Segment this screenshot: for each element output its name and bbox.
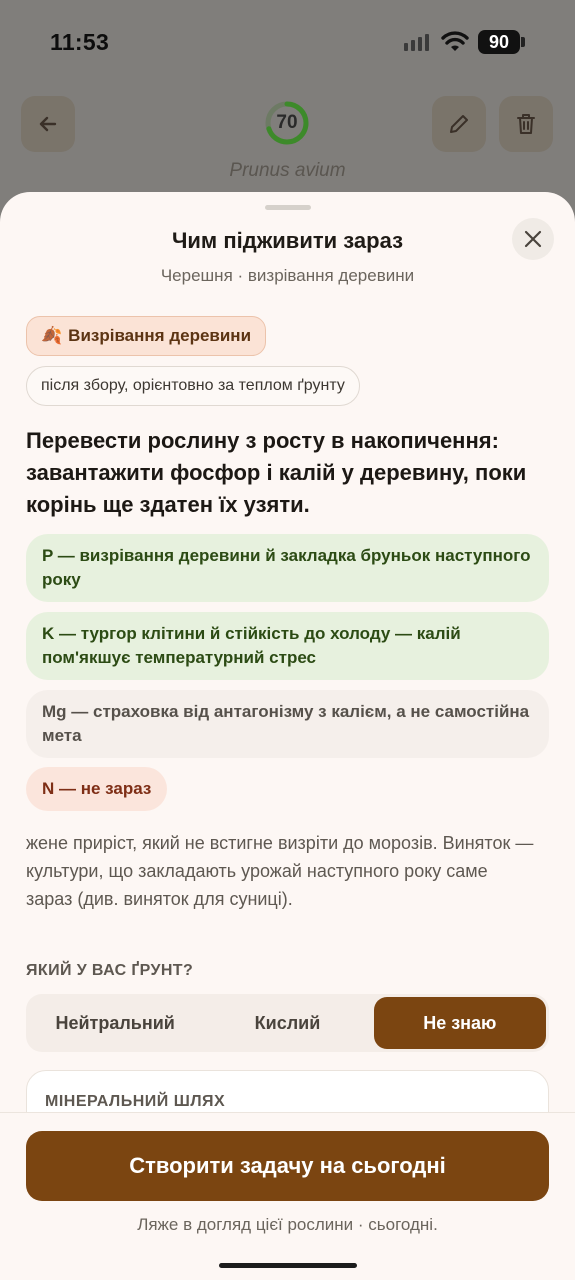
arrow-left-icon [39,116,57,132]
soil-type-selector: Нейтральний Кислий Не знаю [26,994,549,1052]
latin-name: Prunus avium [229,160,346,181]
sheet-title: Чим підживити зараз [171,228,404,253]
create-task-hint: Ляже в догляд цієї рослини · сьогодні. [137,1215,438,1234]
back-button[interactable] [21,96,75,152]
nutrient-item-n: N — не зараз [26,767,168,811]
stage-chip: 🍂 Визрівання деревини [26,316,267,356]
sheet-footer: Створити задачу на сьогодні Ляже в догля… [0,1112,575,1280]
soil-option-unknown[interactable]: Не знаю [373,997,546,1049]
lead-statement: Перевести рослину з росту в накопичення:… [26,428,527,517]
status-bar: 11:53 90 [0,0,575,80]
soil-option-neutral[interactable]: Нейтральний [29,997,201,1049]
explanation-text: жене приріст, який не встигне визріти до… [26,833,534,909]
wifi-icon [441,31,469,51]
edit-button[interactable] [432,96,486,152]
pencil-icon [450,115,468,133]
feeding-bottom-sheet: Чим підживити зараз Черешня · визрівання… [0,192,575,1280]
soil-question-label: ЯКИЙ У ВАС ҐРУНТ? [26,962,194,979]
status-time: 11:53 [50,29,110,55]
soil-option-acidic[interactable]: Кислий [201,997,373,1049]
leaf-icon: 🍂 [41,326,63,345]
health-score-value: 70 [276,112,298,133]
nutrient-item-p: P — визрівання деревини й закладка брунь… [26,534,549,602]
battery-indicator: 90 [478,30,520,54]
delete-button[interactable] [499,96,553,152]
battery-tip [521,37,525,47]
timing-note-chip: після збору, орієнтовно за теплом ґрунту [26,366,360,406]
sheet-subtitle: Черешня · визрівання деревини [160,266,415,285]
mineral-path-label: МІНЕРАЛЬНИЙ ШЛЯХ [45,1093,226,1110]
health-score-ring: 70 [264,100,310,146]
home-indicator[interactable] [219,1263,357,1268]
nutrient-item-mg: Mg — страховка від антагонізму з калієм,… [26,690,549,758]
close-icon [524,230,542,248]
cellular-signal-icon [404,34,429,51]
trash-icon [517,114,535,134]
close-button[interactable] [512,218,554,260]
sheet-drag-handle[interactable] [265,205,311,210]
create-task-button[interactable]: Створити задачу на сьогодні [26,1131,549,1201]
nutrient-item-k: K — тургор клітини й стійкість до холоду… [26,612,549,680]
stage-chip-label: Визрівання деревини [68,326,252,345]
